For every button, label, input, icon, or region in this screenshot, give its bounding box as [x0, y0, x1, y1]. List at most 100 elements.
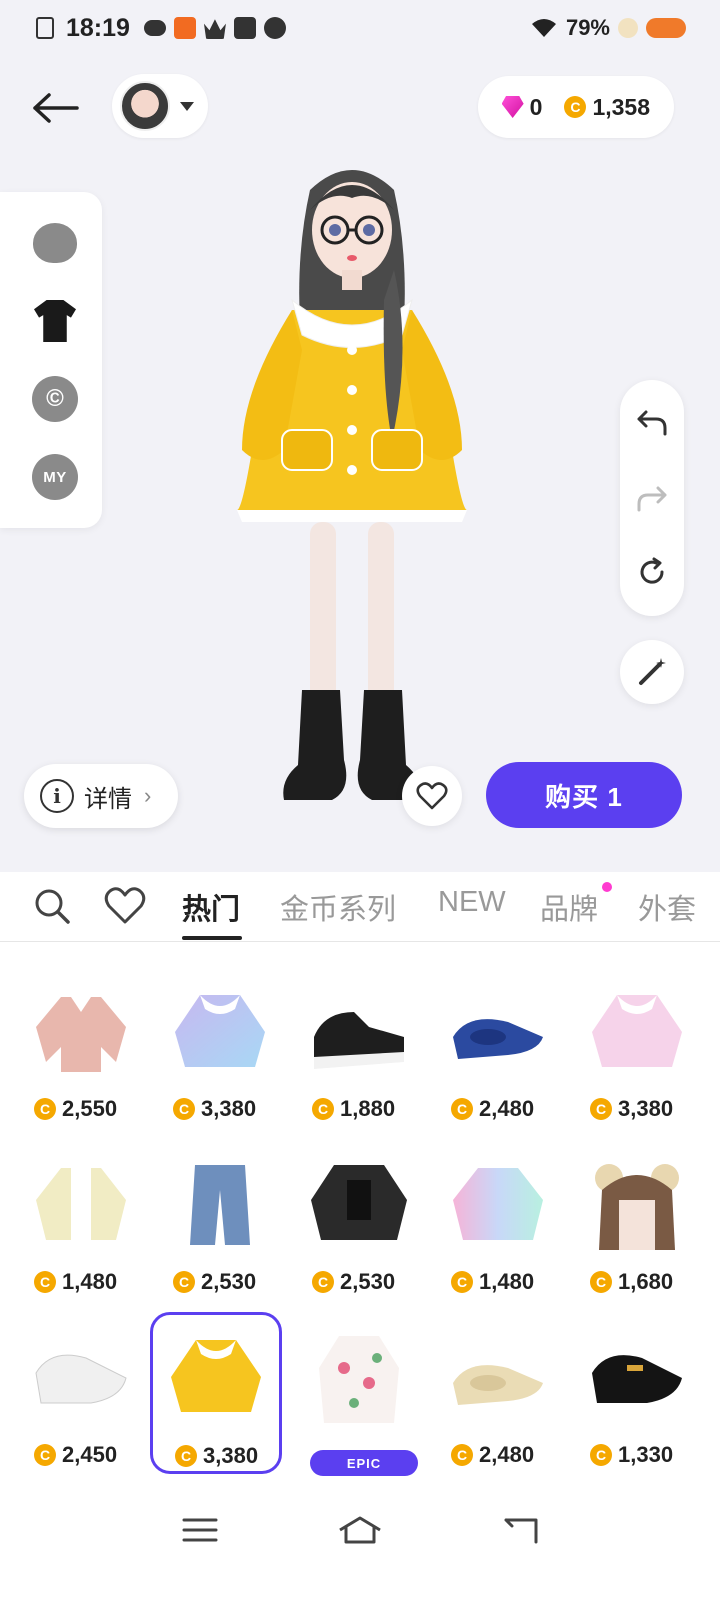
undo-button[interactable] — [620, 392, 684, 452]
coin-icon: C — [34, 1098, 56, 1120]
blue-flats-icon — [443, 982, 553, 1082]
status-time: 18:19 — [66, 13, 130, 42]
item-card[interactable]: C 1,330 — [572, 1322, 702, 1480]
beige-flats-icon — [443, 1328, 553, 1428]
category-side-panel: © MY — [0, 192, 102, 528]
info-icon: i — [40, 779, 74, 813]
menu-icon — [182, 1518, 218, 1542]
reset-button[interactable] — [620, 542, 684, 602]
tab-hot[interactable]: 热门 — [182, 886, 240, 928]
refresh-icon — [640, 557, 664, 584]
item-card[interactable]: C 2,530 — [294, 1149, 424, 1307]
magic-wand-button[interactable] — [620, 640, 684, 704]
back-nav-icon — [504, 1518, 538, 1544]
black-loafers-icon — [582, 1328, 692, 1428]
tab-coats[interactable]: 外套 — [638, 886, 696, 928]
heart-icon — [416, 782, 448, 810]
tab-coin-series[interactable]: 金币系列 — [280, 886, 396, 928]
item-card[interactable]: C 2,530 — [155, 1149, 285, 1307]
rainbow-sweater-icon — [443, 1155, 553, 1255]
item-price: 2,480 — [479, 1096, 535, 1121]
item-price: 2,530 — [201, 1269, 257, 1294]
item-price: 1,880 — [340, 1096, 396, 1121]
category-head[interactable] — [32, 220, 78, 266]
play-icon — [233, 17, 256, 39]
favorites-tab-icon[interactable] — [104, 886, 146, 926]
yellow-dress-icon — [161, 1327, 271, 1427]
my-icon: MY — [32, 454, 78, 500]
item-price: 1,680 — [618, 1269, 674, 1294]
status-bar: 18:19 79% — [0, 0, 720, 56]
system-nav-bar — [0, 1490, 720, 1570]
category-clothes[interactable] — [32, 298, 78, 344]
redo-icon — [637, 486, 667, 512]
coin-count: 1,358 — [592, 93, 650, 120]
tab-brand[interactable]: 品牌 — [540, 886, 598, 928]
item-price: 3,380 — [203, 1443, 259, 1468]
coin-icon: C — [451, 1098, 473, 1120]
item-card[interactable]: C 1,480 — [16, 1149, 146, 1307]
persimmon-icon — [646, 18, 686, 38]
coin-icon: C — [312, 1271, 334, 1293]
item-card-selected[interactable]: C 3,380 — [150, 1312, 282, 1474]
buy-button[interactable]: 购买 1 — [486, 762, 682, 828]
detail-button[interactable]: i 详情 › — [24, 764, 178, 828]
category-copyright[interactable]: © — [32, 376, 78, 422]
favorite-button[interactable] — [402, 766, 462, 826]
wifi-icon — [531, 19, 556, 37]
coin-icon: C — [590, 1444, 612, 1466]
item-card[interactable]: C 3,380 — [155, 976, 285, 1134]
coin-icon: C — [34, 1444, 56, 1466]
avatar — [120, 81, 170, 131]
coin-icon: C — [590, 1271, 612, 1293]
item-price: 3,380 — [618, 1096, 674, 1121]
edit-tools — [620, 380, 684, 616]
item-price: 1,480 — [62, 1269, 118, 1294]
pastel-dress-icon — [165, 982, 275, 1082]
gem-count: 0 — [529, 93, 543, 120]
item-card[interactable]: C 2,550 — [16, 976, 146, 1134]
tab-new[interactable]: NEW — [438, 886, 506, 919]
undo-icon — [637, 410, 667, 436]
item-card[interactable]: C 2,480 — [433, 1322, 563, 1480]
cloud-icon — [143, 20, 166, 36]
coin-icon: C — [451, 1444, 473, 1466]
item-card[interactable]: EPIC — [294, 1322, 424, 1480]
redo-button[interactable] — [620, 468, 684, 528]
back-arrow-icon — [33, 93, 79, 123]
item-price: 1,330 — [618, 1442, 674, 1467]
bear-hair-icon — [582, 1155, 692, 1255]
item-price: 3,380 — [201, 1096, 257, 1121]
currency-display[interactable]: 0 C 1,358 — [477, 76, 674, 138]
chevron-right-icon: › — [144, 783, 152, 808]
coin-icon: C — [173, 1098, 195, 1120]
active-tab-indicator — [182, 936, 242, 940]
app-icon — [173, 17, 196, 39]
item-card[interactable]: C 1,680 — [572, 1149, 702, 1307]
item-card[interactable]: C 1,880 — [294, 976, 424, 1134]
coin-icon: C — [590, 1098, 612, 1120]
home-button[interactable] — [330, 1500, 390, 1560]
coin-icon: C — [34, 1271, 56, 1293]
copyright-icon: © — [32, 376, 78, 422]
category-my[interactable]: MY — [32, 454, 78, 500]
coin-icon: C — [175, 1445, 197, 1467]
item-card[interactable]: C 2,450 — [16, 1322, 146, 1480]
avatar-character — [237, 170, 467, 800]
coin-icon: C — [564, 96, 587, 118]
item-card[interactable]: C 2,480 — [433, 976, 563, 1134]
search-icon[interactable] — [32, 886, 72, 926]
item-card[interactable]: C 3,380 — [572, 976, 702, 1134]
white-loafers-icon — [26, 1328, 136, 1428]
item-card[interactable]: C 1,480 — [433, 1149, 563, 1307]
caret-down-icon — [180, 101, 194, 111]
item-price: 1,480 — [479, 1269, 535, 1294]
back-nav-button[interactable] — [490, 1500, 550, 1560]
floral-dress-icon — [304, 1328, 414, 1428]
back-button[interactable] — [28, 80, 84, 136]
black-sneakers-icon — [304, 982, 414, 1082]
avatar-switcher[interactable] — [112, 74, 208, 138]
detail-label: 详情 — [84, 785, 132, 813]
menu-button[interactable] — [170, 1500, 230, 1560]
item-price: 2,530 — [340, 1269, 396, 1294]
